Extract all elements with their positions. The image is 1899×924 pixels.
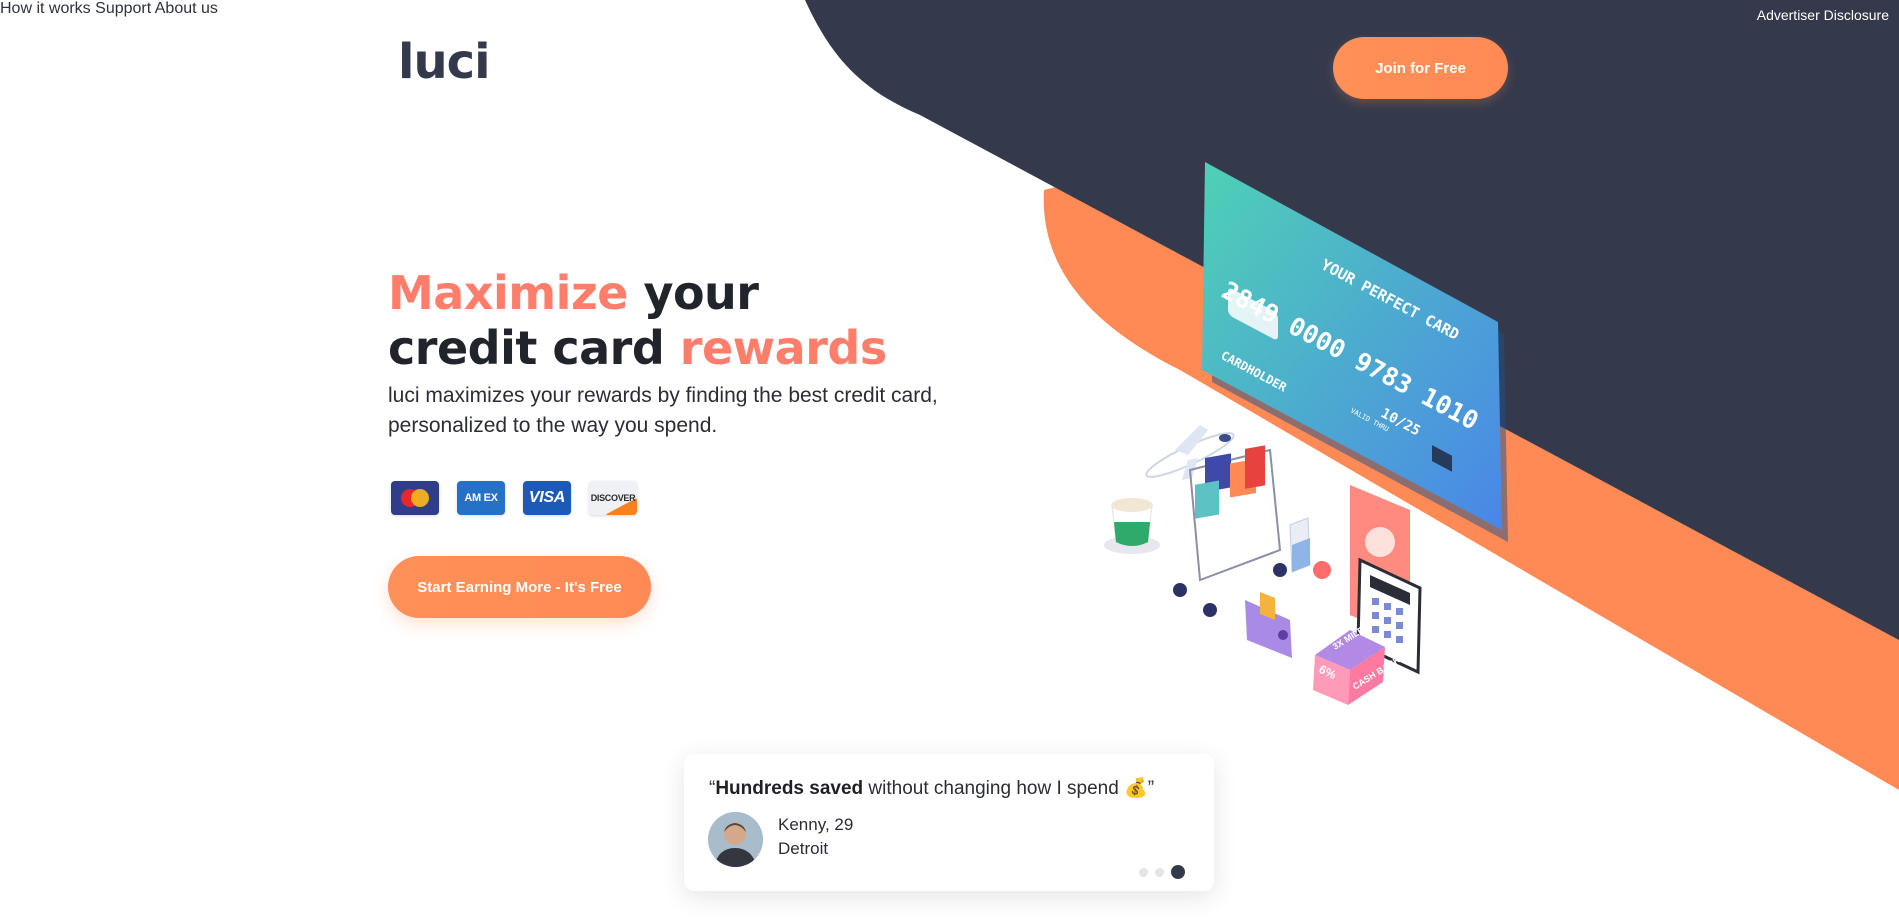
carousel-dot-1[interactable] bbox=[1139, 867, 1148, 877]
testimonial-card: “Hundreds saved without changing how I s… bbox=[684, 754, 1214, 891]
discover-logo: DISCOVER bbox=[589, 481, 637, 515]
logo-text: luci bbox=[398, 34, 491, 90]
quote-rest: without changing how I spend bbox=[863, 778, 1125, 799]
amex-logo: AM EX bbox=[457, 481, 505, 515]
apple-icon bbox=[1313, 561, 1331, 579]
quote-highlight: Hundreds saved bbox=[715, 778, 864, 799]
coffee-cup-icon bbox=[1104, 498, 1160, 554]
author-city: Detroit bbox=[778, 839, 829, 858]
headline-your: your bbox=[627, 266, 759, 320]
visa-logo: VISA bbox=[523, 481, 571, 515]
headline-rewards: rewards bbox=[679, 321, 887, 375]
shopping-cart-icon bbox=[1173, 445, 1287, 617]
mastercard-logo bbox=[391, 481, 439, 515]
avatar-image bbox=[708, 812, 763, 867]
advertiser-disclosure-link[interactable]: Advertiser Disclosure bbox=[1757, 7, 1889, 23]
hero-headline: Maximize your credit card rewards bbox=[388, 266, 887, 376]
headline-maximize: Maximize bbox=[388, 266, 628, 320]
headline-credit-card: credit card bbox=[388, 321, 680, 375]
money-bag-icon: 💰 bbox=[1124, 778, 1148, 799]
carousel-dots bbox=[1139, 865, 1185, 879]
start-earning-button[interactable]: Start Earning More - It's Free bbox=[388, 556, 651, 618]
avatar bbox=[708, 812, 763, 867]
carousel-dot-3[interactable] bbox=[1171, 865, 1185, 879]
wallet-icon bbox=[1245, 592, 1292, 658]
carousel-dot-2[interactable] bbox=[1155, 867, 1164, 877]
hero-illustration: YOUR PERFECT CARD 2849 0000 9783 1010 CA… bbox=[1104, 162, 1508, 705]
join-for-free-button[interactable]: Join for Free bbox=[1333, 37, 1508, 99]
milk-carton-icon bbox=[1289, 517, 1311, 573]
testimonial-quote: “Hundreds saved without changing how I s… bbox=[709, 778, 1155, 799]
luci-logo[interactable]: luci bbox=[398, 38, 491, 86]
hero-subtitle: luci maximizes your rewards by finding t… bbox=[388, 384, 938, 437]
card-network-logos: AM EX VISA DISCOVER bbox=[391, 481, 637, 515]
author-name: Kenny, 29 bbox=[778, 815, 854, 834]
